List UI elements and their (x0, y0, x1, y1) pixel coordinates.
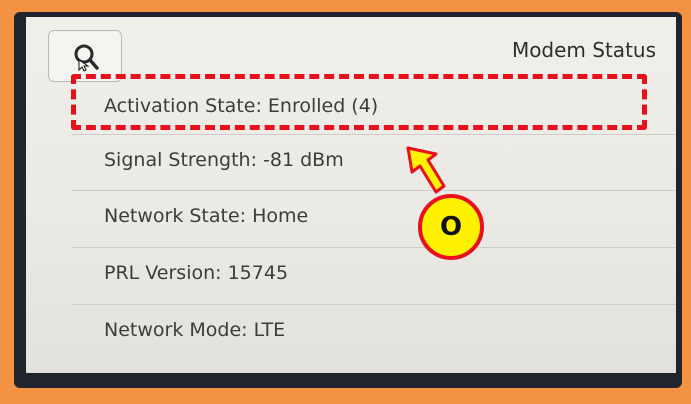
search-icon (74, 44, 99, 72)
annotation-frame: Modem Status Activation State: Enrolled … (0, 0, 691, 404)
list-item-network-mode[interactable]: Network Mode: LTE (72, 304, 676, 360)
modem-status-screen: Modem Status Activation State: Enrolled … (26, 17, 676, 373)
page-title: Modem Status (511, 38, 656, 62)
list-item-label: PRL Version: 15745 (104, 262, 289, 284)
list-item-network-state[interactable]: Network State: Home (72, 190, 676, 246)
annotation-badge: O (418, 194, 484, 260)
list-item-prl-version[interactable]: PRL Version: 15745 (72, 247, 676, 303)
list-item-signal-strength[interactable]: Signal Strength: -81 dBm (72, 134, 676, 190)
list-item-label: Signal Strength: -81 dBm (104, 149, 344, 171)
highlight-box (71, 74, 647, 130)
list-item-label: Network State: Home (104, 205, 309, 227)
list-item-label: Network Mode: LTE (104, 319, 286, 341)
